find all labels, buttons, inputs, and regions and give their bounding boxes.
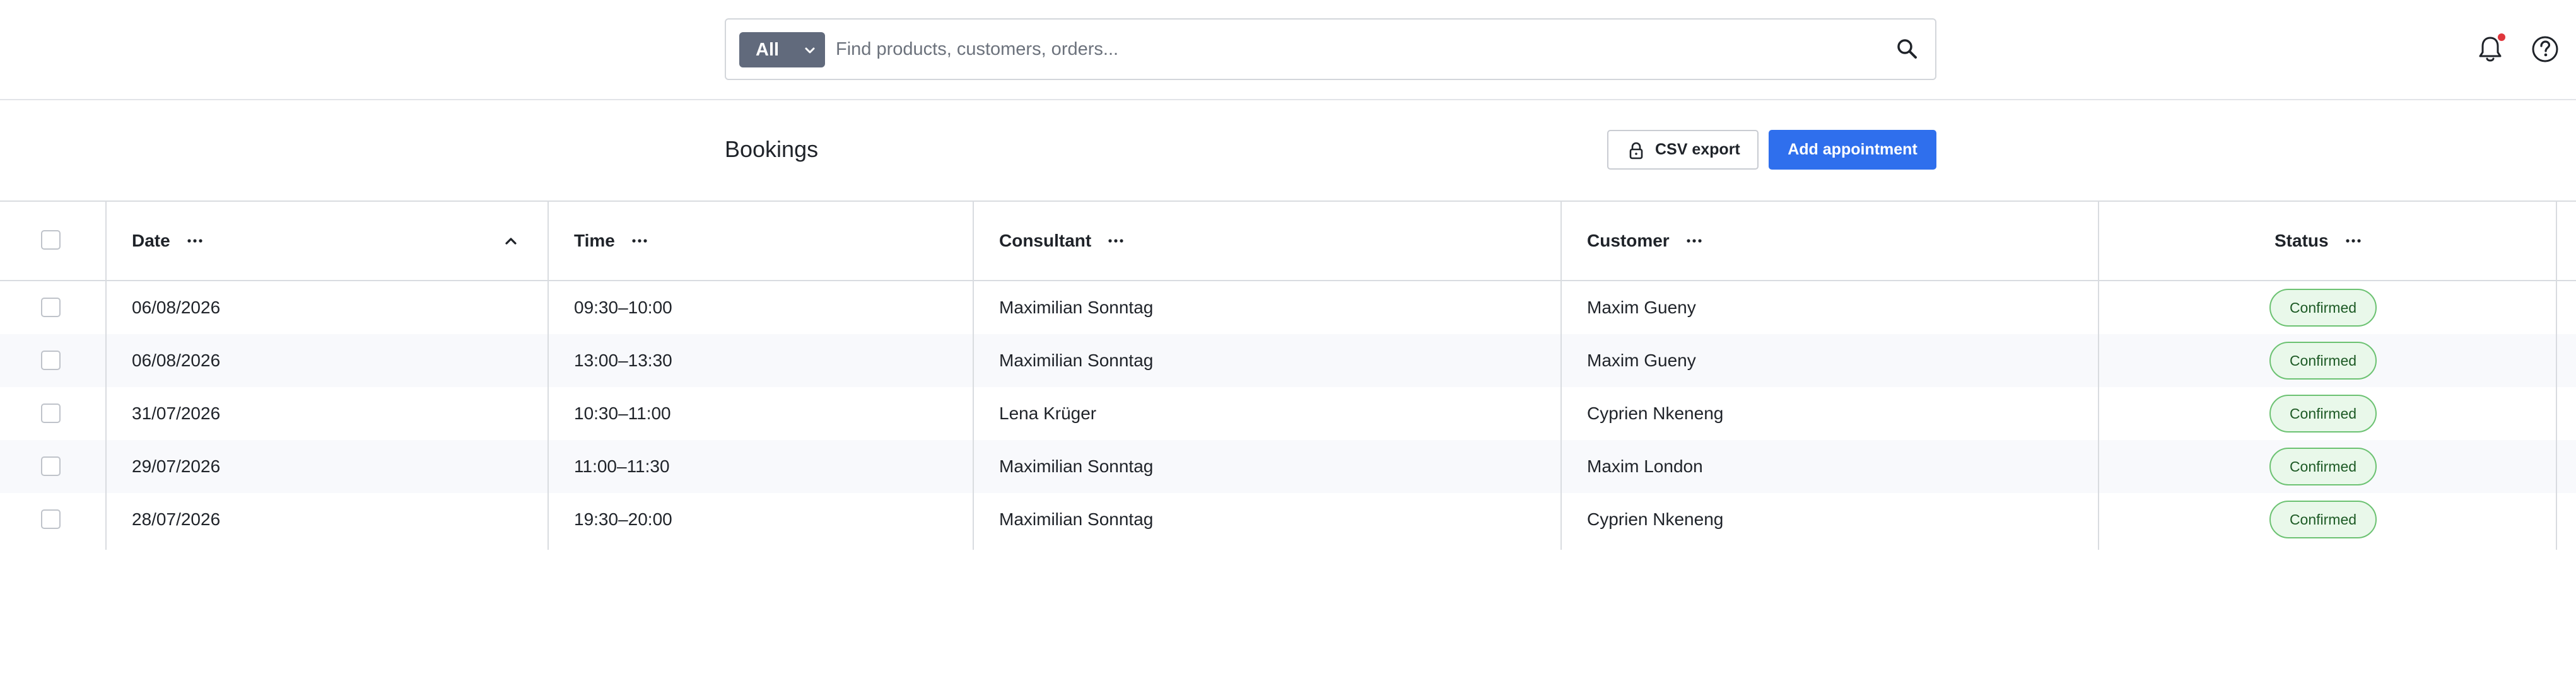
search-scope-dropdown[interactable]: All bbox=[739, 32, 825, 67]
column-divider[interactable] bbox=[547, 200, 549, 550]
cell-consultant: Lena Krüger bbox=[999, 404, 1097, 423]
cell-customer: Maxim London bbox=[1587, 456, 1703, 476]
status-badge: Confirmed bbox=[2269, 289, 2377, 327]
cell-date: 31/07/2026 bbox=[132, 404, 221, 423]
cell-time: 11:00–11:30 bbox=[574, 456, 670, 476]
row-checkbox[interactable] bbox=[41, 509, 61, 529]
column-divider[interactable] bbox=[1560, 200, 1562, 550]
add-appointment-button[interactable]: Add appointment bbox=[1769, 130, 1936, 170]
column-divider[interactable] bbox=[105, 200, 107, 550]
table-row[interactable]: 28/07/2026 19:30–20:00 Maximilian Sonnta… bbox=[0, 493, 2576, 546]
chevron-down-icon bbox=[805, 47, 815, 54]
search-scope-label: All bbox=[756, 39, 780, 60]
status-badge: Confirmed bbox=[2269, 501, 2377, 538]
status-badge: Confirmed bbox=[2269, 395, 2377, 433]
notification-dot bbox=[2498, 33, 2505, 41]
more-horizontal-icon[interactable] bbox=[631, 238, 648, 243]
table-row[interactable]: 06/08/2026 09:30–10:00 Maximilian Sonnta… bbox=[0, 281, 2576, 334]
cell-consultant: Maximilian Sonntag bbox=[999, 456, 1154, 476]
row-checkbox[interactable] bbox=[41, 351, 61, 370]
column-header-label: Date bbox=[132, 231, 170, 250]
column-header-label: Customer bbox=[1587, 231, 1670, 250]
page-title: Bookings bbox=[725, 136, 819, 162]
cell-customer: Cyprien Nkeneng bbox=[1587, 404, 1724, 423]
top-bar: All bbox=[0, 0, 2576, 100]
more-horizontal-icon[interactable] bbox=[187, 238, 203, 243]
status-badge: Confirmed bbox=[2269, 342, 2377, 380]
more-horizontal-icon[interactable] bbox=[1686, 238, 1702, 243]
cell-consultant: Maximilian Sonntag bbox=[999, 351, 1154, 370]
csv-export-label: CSV export bbox=[1655, 141, 1740, 158]
help-icon[interactable] bbox=[2531, 35, 2559, 63]
column-header-customer[interactable]: Customer bbox=[1587, 202, 1702, 280]
column-divider[interactable] bbox=[2556, 200, 2557, 550]
cell-time: 13:00–13:30 bbox=[574, 351, 672, 370]
cell-customer: Maxim Gueny bbox=[1587, 351, 1696, 370]
csv-export-button[interactable]: CSV export bbox=[1607, 130, 1759, 170]
column-header-consultant[interactable]: Consultant bbox=[999, 202, 1124, 280]
cell-date: 06/08/2026 bbox=[132, 298, 221, 317]
table-row[interactable]: 06/08/2026 13:00–13:30 Maximilian Sonnta… bbox=[0, 334, 2576, 387]
table-row[interactable]: 29/07/2026 11:00–11:30 Maximilian Sonnta… bbox=[0, 440, 2576, 493]
row-checkbox[interactable] bbox=[41, 404, 61, 423]
chevron-up-icon[interactable] bbox=[504, 236, 518, 246]
search-input[interactable] bbox=[836, 28, 1858, 70]
cell-date: 29/07/2026 bbox=[132, 456, 221, 476]
column-header-status[interactable]: Status bbox=[2274, 202, 2362, 280]
cell-time: 10:30–11:00 bbox=[574, 404, 671, 423]
column-header-time[interactable]: Time bbox=[574, 202, 648, 280]
table-header: Date Time Consultant Customer Status bbox=[0, 200, 2576, 281]
cell-consultant: Maximilian Sonntag bbox=[999, 298, 1154, 317]
global-search: All bbox=[725, 18, 1936, 80]
more-horizontal-icon[interactable] bbox=[2345, 238, 2362, 243]
status-badge: Confirmed bbox=[2269, 448, 2377, 485]
column-divider[interactable] bbox=[2098, 200, 2099, 550]
table-row[interactable]: 31/07/2026 10:30–11:00 Lena Krüger Cypri… bbox=[0, 387, 2576, 440]
cell-date: 06/08/2026 bbox=[132, 351, 221, 370]
column-header-label: Status bbox=[2274, 231, 2329, 250]
cell-time: 19:30–20:00 bbox=[574, 509, 672, 529]
column-header-date[interactable]: Date bbox=[132, 202, 203, 280]
search-icon[interactable] bbox=[1896, 38, 1919, 61]
cell-time: 09:30–10:00 bbox=[574, 298, 672, 317]
row-checkbox[interactable] bbox=[41, 456, 61, 476]
row-checkbox[interactable] bbox=[41, 298, 61, 317]
cell-customer: Maxim Gueny bbox=[1587, 298, 1696, 317]
bookings-table: Date Time Consultant Customer Status 06/… bbox=[0, 200, 2576, 550]
more-horizontal-icon[interactable] bbox=[1108, 238, 1124, 243]
column-divider[interactable] bbox=[973, 200, 974, 550]
cell-consultant: Maximilian Sonntag bbox=[999, 509, 1154, 529]
select-all-checkbox[interactable] bbox=[41, 230, 61, 250]
add-appointment-label: Add appointment bbox=[1788, 141, 1917, 158]
cell-date: 28/07/2026 bbox=[132, 509, 221, 529]
cell-customer: Cyprien Nkeneng bbox=[1587, 509, 1724, 529]
column-header-label: Consultant bbox=[999, 231, 1092, 250]
lock-icon bbox=[1629, 142, 1643, 160]
column-header-label: Time bbox=[574, 231, 615, 250]
